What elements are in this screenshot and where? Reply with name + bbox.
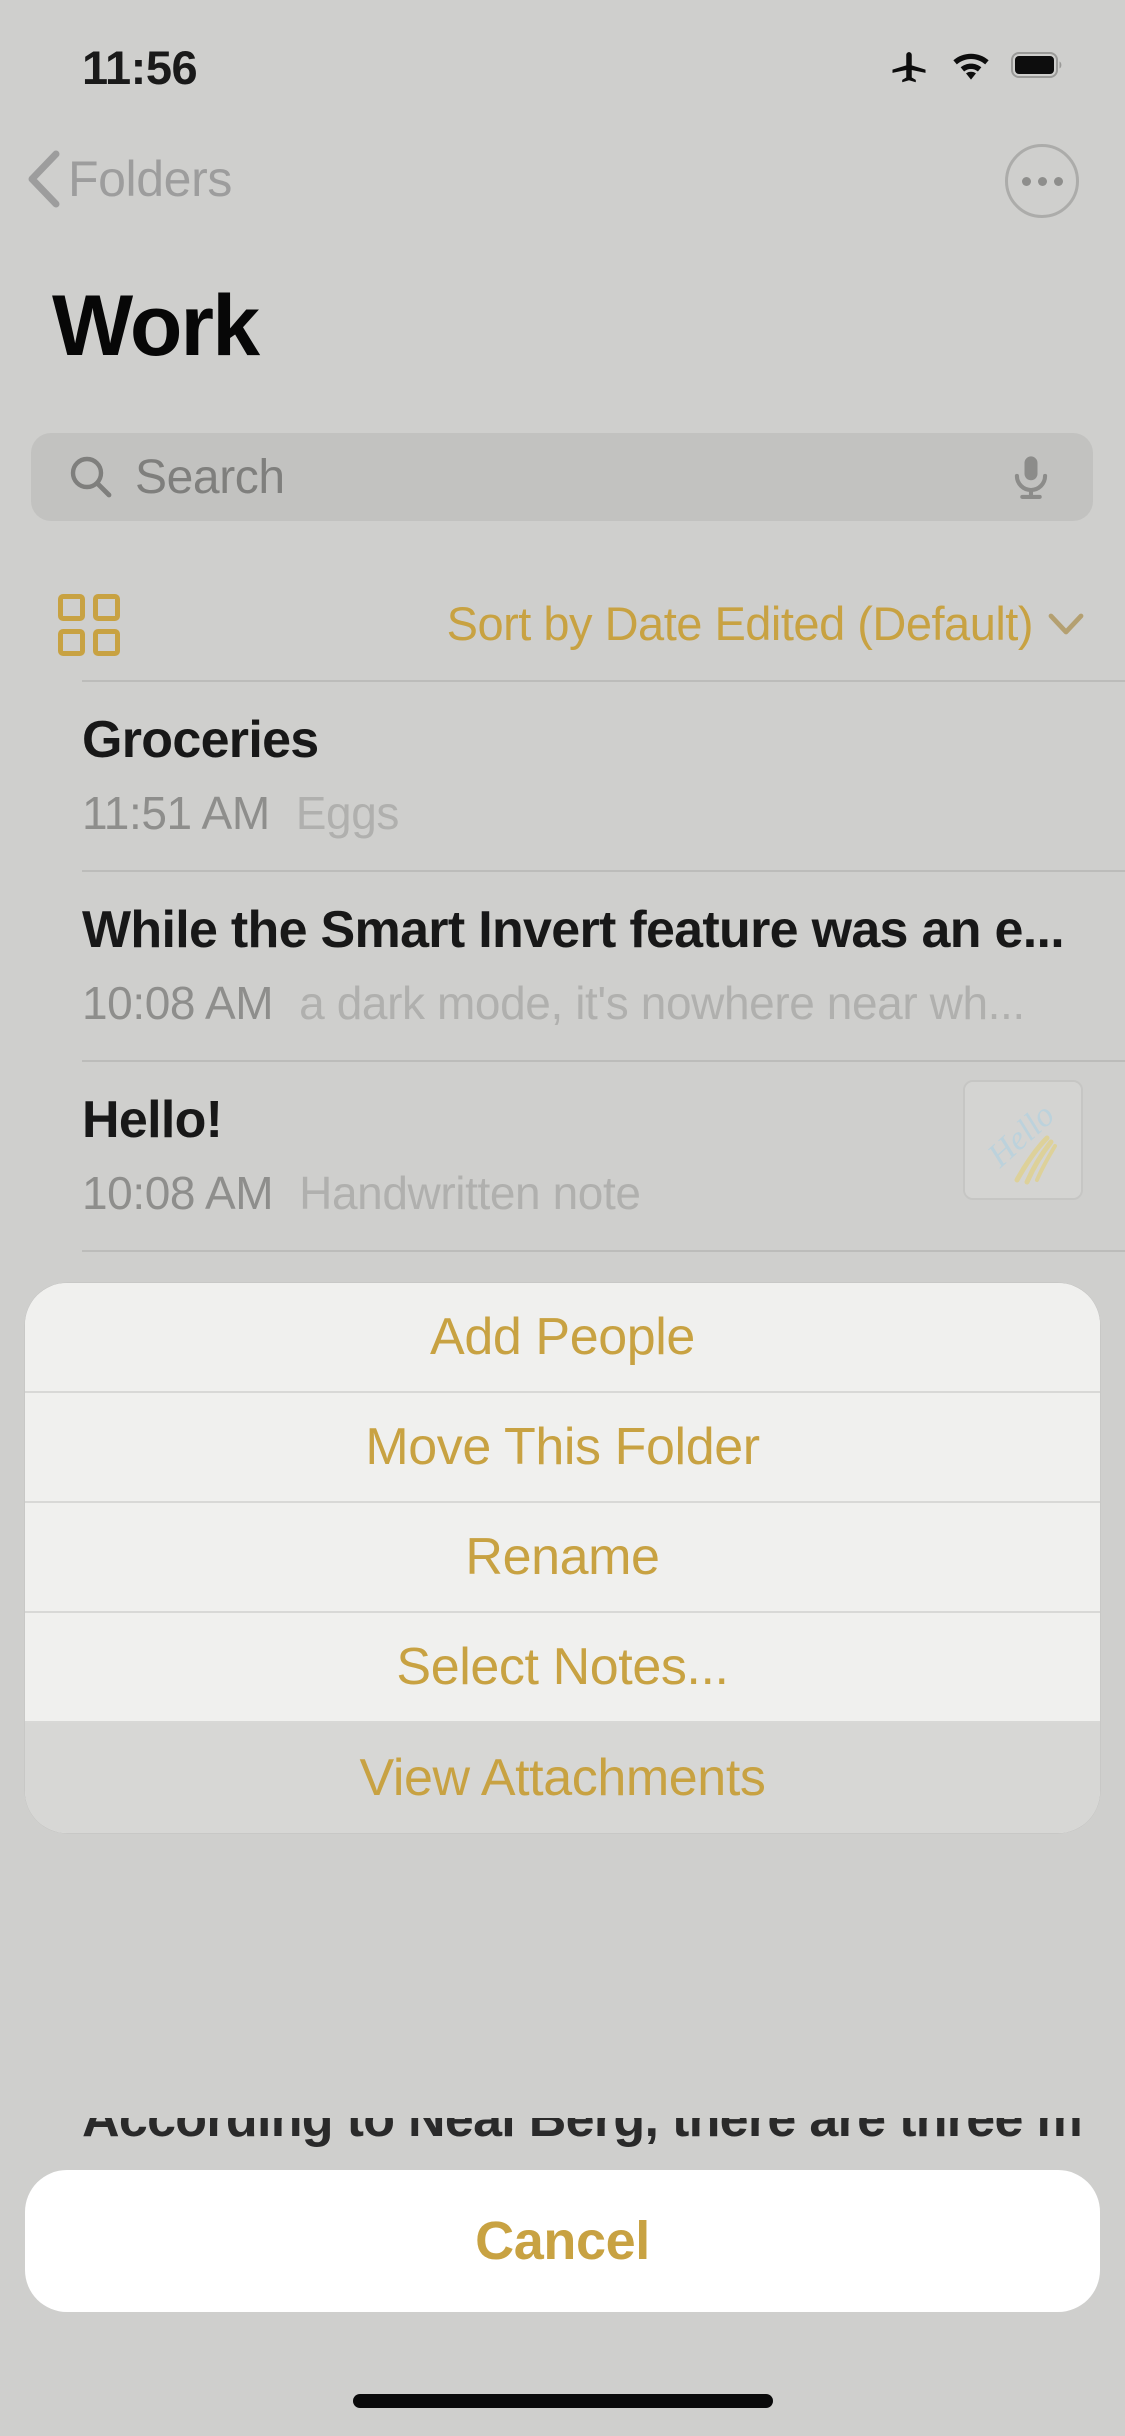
action-sheet-item-rename[interactable]: Rename bbox=[25, 1503, 1100, 1613]
action-sheet-item-view-attachments[interactable]: View Attachments bbox=[25, 1723, 1100, 1833]
action-sheet-item-label: Add People bbox=[430, 1308, 695, 1366]
action-sheet-item-label: Select Notes... bbox=[396, 1638, 729, 1696]
action-sheet-overlay[interactable]: Add People Move This Folder Rename Selec… bbox=[0, 0, 1125, 2436]
cancel-button-label: Cancel bbox=[475, 2211, 650, 2271]
cancel-button[interactable]: Cancel bbox=[25, 2170, 1100, 2312]
action-sheet-item-label: Move This Folder bbox=[365, 1418, 760, 1476]
action-sheet-item-select-notes[interactable]: Select Notes... bbox=[25, 1613, 1100, 1723]
action-sheet-item-label: Rename bbox=[465, 1528, 660, 1586]
action-sheet: Add People Move This Folder Rename Selec… bbox=[25, 1283, 1100, 1833]
action-sheet-item-add-people[interactable]: Add People bbox=[25, 1283, 1100, 1393]
action-sheet-item-move-this-folder[interactable]: Move This Folder bbox=[25, 1393, 1100, 1503]
home-indicator bbox=[352, 2394, 773, 2408]
action-sheet-item-label: View Attachments bbox=[359, 1749, 766, 1807]
